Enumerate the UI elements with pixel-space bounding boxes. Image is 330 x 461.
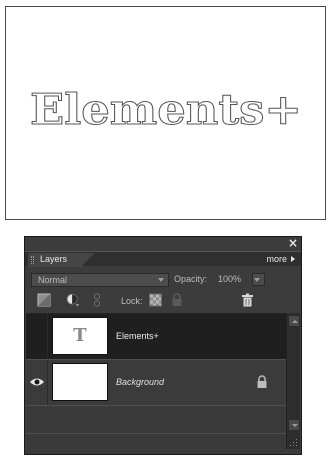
visibility-toggle[interactable] [26, 314, 48, 359]
text-layer-icon: T [73, 325, 87, 346]
lock-label: Lock: [121, 296, 143, 306]
blend-options-row: Normal Opacity: 100% [25, 269, 301, 287]
row-divider [26, 405, 286, 406]
opacity-input[interactable]: 100% [218, 273, 241, 285]
lock-transparency-icon[interactable] [149, 293, 162, 307]
lock-all-icon[interactable] [171, 293, 183, 307]
grip-icon [31, 256, 34, 264]
tab-layers-label: Layers [40, 254, 68, 264]
play-arrow-icon [291, 256, 295, 262]
blend-mode-value: Normal [38, 275, 68, 285]
scroll-up-button[interactable] [288, 315, 300, 327]
document-canvas[interactable]: Elements+ [5, 6, 326, 220]
layer-row-background[interactable]: Background [26, 360, 286, 405]
trash-icon[interactable] [241, 293, 254, 307]
chevron-down-icon [254, 278, 260, 282]
close-panel-button[interactable]: × [288, 236, 298, 250]
link-icon[interactable] [93, 293, 101, 307]
scroll-down-button[interactable] [288, 419, 300, 431]
opacity-dropdown-button[interactable] [252, 273, 265, 286]
layer-thumbnail: T [52, 317, 108, 355]
layer-row-elements[interactable]: T Elements+ [26, 314, 286, 359]
adjustment-layer-icon[interactable] [65, 293, 81, 307]
more-menu-button[interactable]: more [266, 253, 295, 266]
new-layer-icon[interactable] [37, 293, 51, 307]
layers-panel: × Layers more Normal Opacity: 100% Lock:… [24, 236, 302, 455]
layer-thumbnail [52, 363, 108, 401]
layer-list-footer [26, 433, 286, 453]
layer-list-scrollbar[interactable] [286, 313, 300, 449]
chevron-down-icon [158, 278, 164, 282]
resize-grip-icon[interactable] [287, 436, 299, 448]
panel-title-bar: × [25, 236, 301, 251]
panel-tab-bar: Layers more [25, 251, 301, 267]
canvas-art: Elements+ [30, 85, 303, 135]
lock-icon [257, 375, 267, 388]
layer-name[interactable]: Background [116, 376, 164, 388]
eye-icon [30, 378, 44, 386]
layer-name[interactable]: Elements+ [116, 330, 159, 342]
opacity-label: Opacity: [174, 274, 208, 284]
canvas-outline-text: Elements+ [30, 85, 302, 134]
tab-layers[interactable]: Layers [28, 253, 84, 267]
tab-edge [79, 253, 97, 267]
layer-tools-row: Lock: [25, 293, 301, 309]
visibility-toggle[interactable] [26, 360, 48, 405]
layer-list: T Elements+ Background [26, 313, 286, 433]
more-label: more [266, 254, 287, 264]
blend-mode-select[interactable]: Normal [31, 273, 169, 287]
